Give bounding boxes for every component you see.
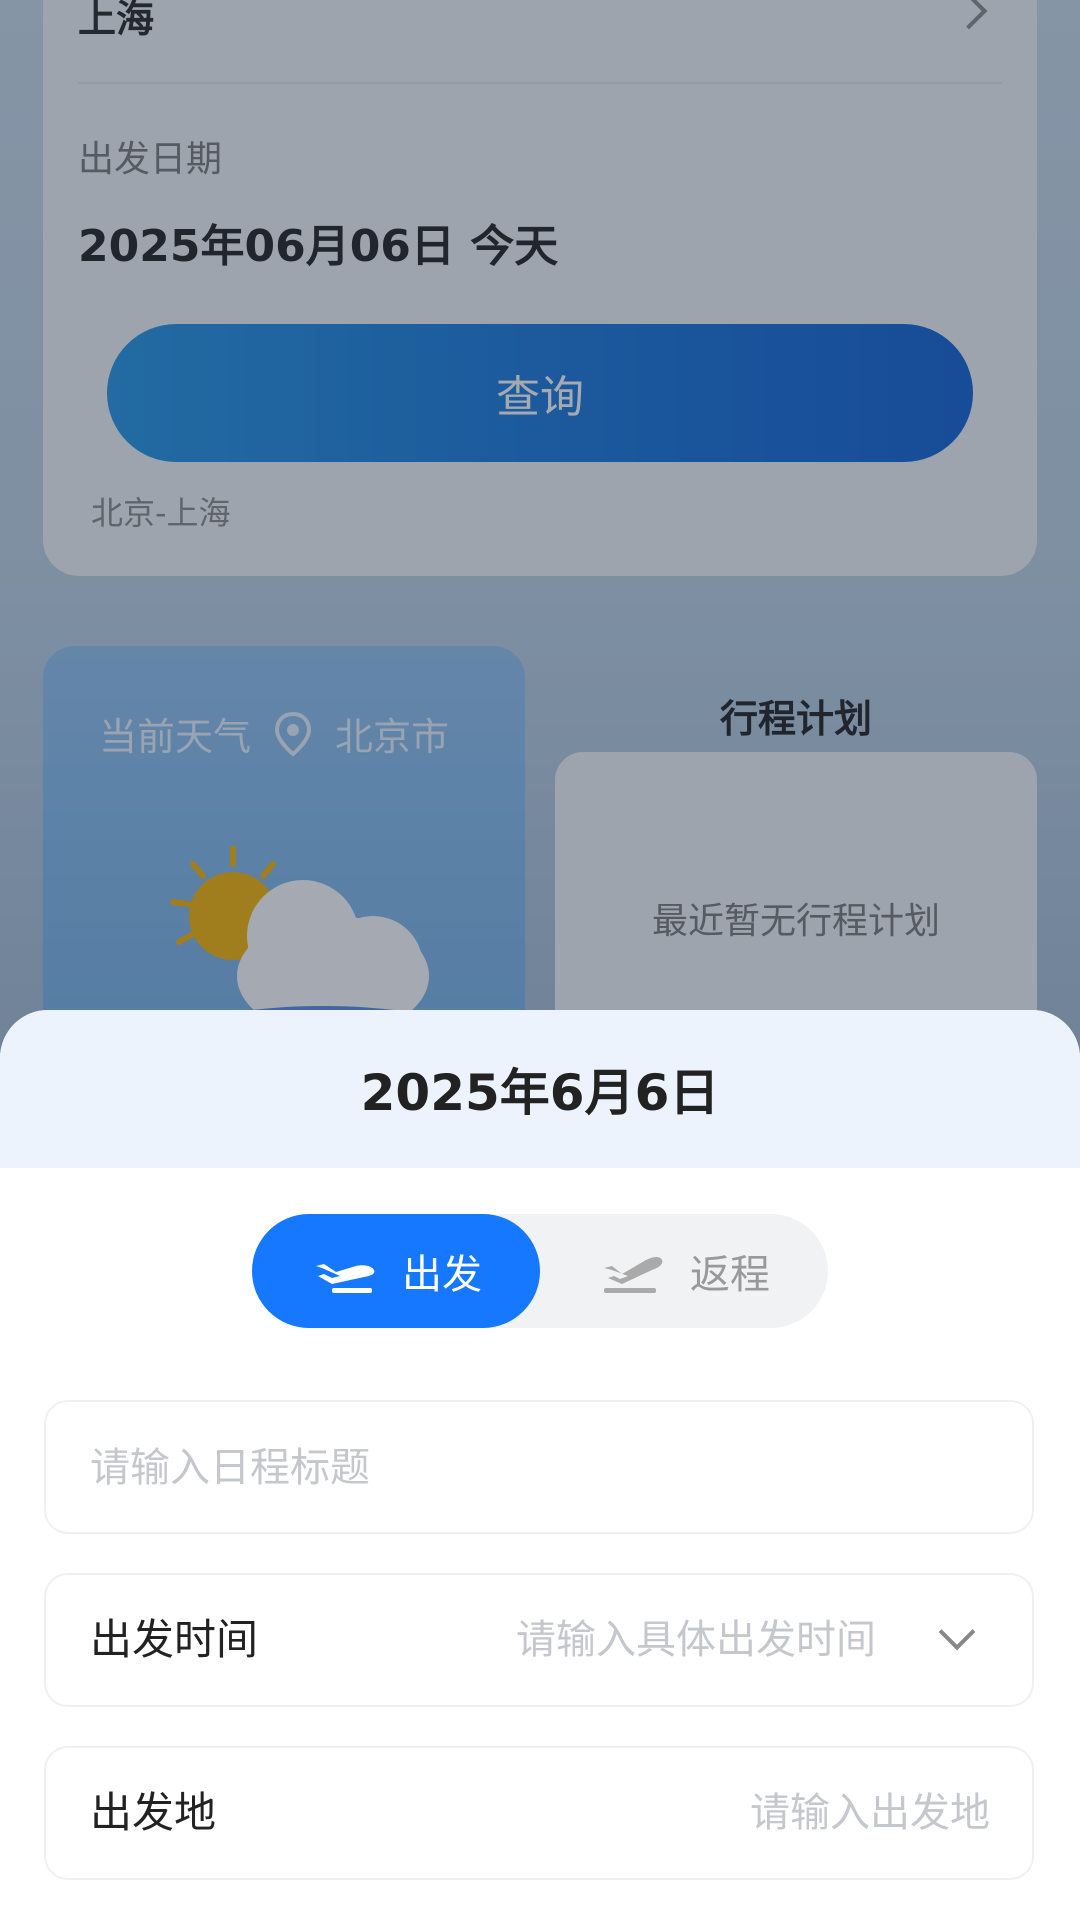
plane-landing-icon [604,1257,663,1293]
departure-time-placeholder[interactable]: 请输入具体出发时间 [516,1575,876,1705]
departure-place-label: 出发地 [90,1788,217,1837]
schedule-title-input[interactable] [88,1402,992,1534]
sheet-header: 2025年6月6日 [0,1010,1080,1168]
departure-time-label: 出发时间 [90,1615,259,1664]
sheet-date-title: 2025年6月6日 [360,1064,720,1122]
plane-takeoff-icon [316,1264,375,1293]
trip-direction-toggle: 出发 返程 [252,1214,828,1328]
departure-time-field[interactable]: 出发时间 请输入具体出发时间 [44,1573,1034,1707]
return-tab-label: 返程 [690,1252,770,1298]
return-tab[interactable]: 返程 [540,1214,828,1328]
departure-place-field[interactable]: 出发地 请输入出发地 [44,1746,1034,1880]
depart-tab-label: 出发 [402,1252,482,1298]
depart-tab[interactable]: 出发 [252,1214,540,1328]
chevron-down-icon[interactable] [938,1613,976,1651]
schedule-title-field [44,1400,1034,1534]
departure-place-placeholder[interactable]: 请输入出发地 [750,1748,990,1878]
schedule-bottom-sheet: 2025年6月6日 出发 返程 出发时间 请输入具体出发时间 出发地 请输入出发… [0,1010,1080,1920]
